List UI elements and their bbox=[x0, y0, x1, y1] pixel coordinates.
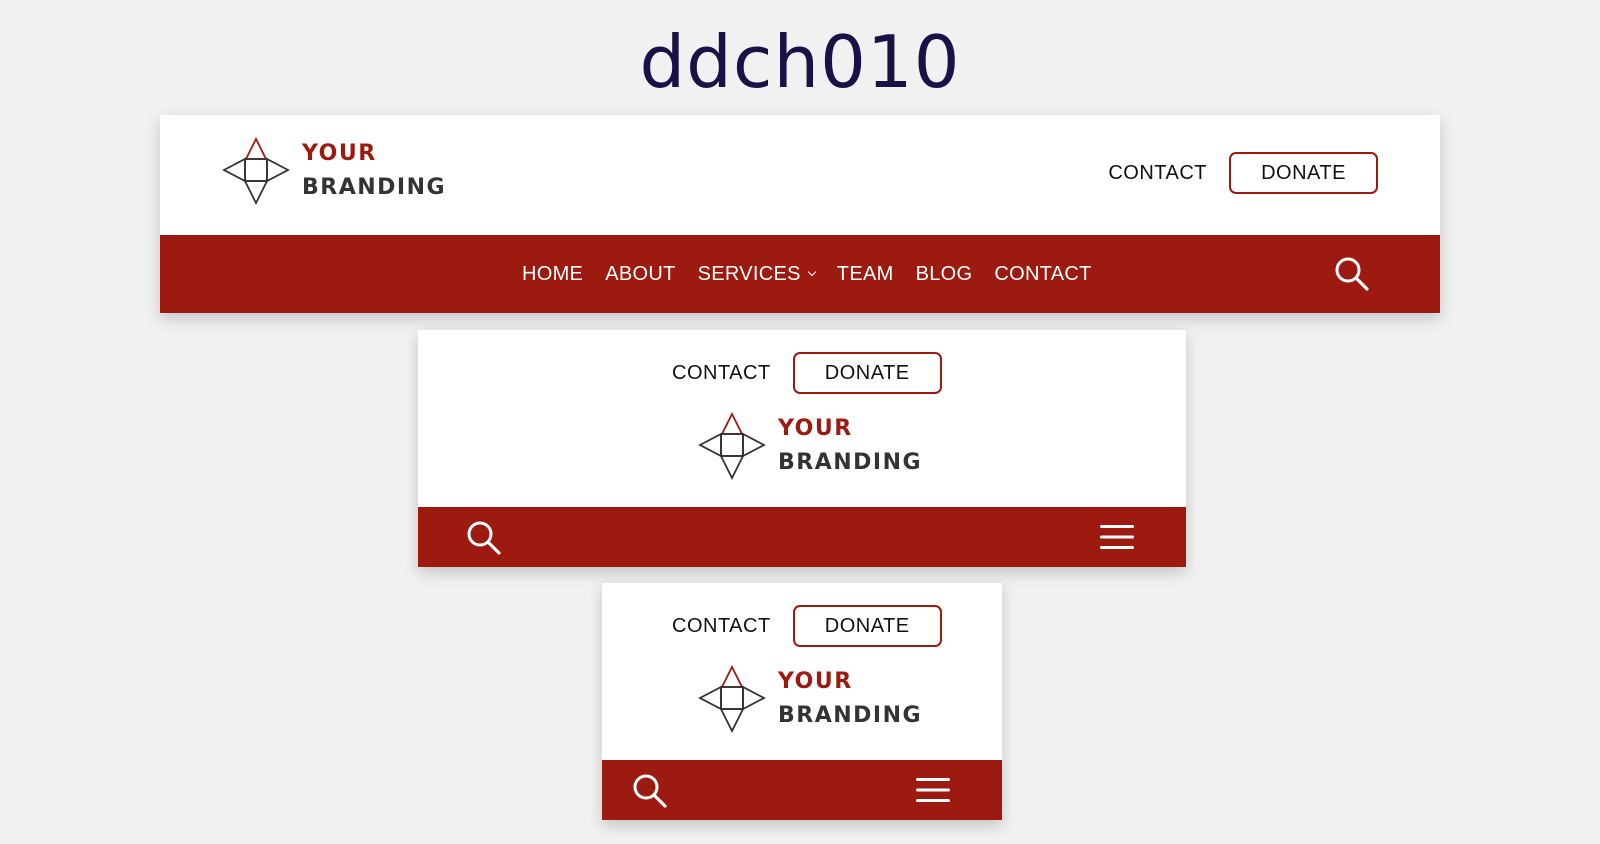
nav-item-label: BLOG bbox=[915, 262, 973, 285]
diamond-triangles-logo-icon bbox=[698, 412, 766, 480]
brand-logo[interactable]: YOUR BRANDING bbox=[222, 137, 446, 205]
nav-item-team[interactable]: TEAM bbox=[837, 263, 894, 286]
brand-line-2: BRANDING bbox=[778, 450, 923, 475]
search-icon bbox=[633, 774, 667, 808]
search-icon bbox=[1335, 257, 1369, 291]
search-icon bbox=[467, 521, 501, 555]
contact-link[interactable]: CONTACT bbox=[672, 615, 771, 638]
main-menu: HOME ABOUT SERVICES TEAM BLOG CONTACT bbox=[522, 235, 1114, 313]
contact-link[interactable]: CONTACT bbox=[1108, 162, 1207, 185]
donate-button[interactable]: DONATE bbox=[792, 605, 942, 647]
search-button[interactable] bbox=[1334, 256, 1370, 292]
top-actions: CONTACT DONATE bbox=[672, 605, 942, 647]
diamond-triangles-logo-icon bbox=[698, 665, 766, 733]
donate-button[interactable]: DONATE bbox=[1229, 152, 1378, 194]
desktop-header: YOUR BRANDING CONTACT DONATE HOME ABOUT … bbox=[160, 115, 1440, 313]
nav-item-services[interactable]: SERVICES bbox=[697, 262, 817, 286]
nav-item-label: HOME bbox=[522, 262, 584, 285]
top-actions: CONTACT DONATE bbox=[1108, 152, 1378, 194]
menu-toggle-button[interactable] bbox=[916, 777, 950, 803]
brand-logo[interactable]: YOUR BRANDING bbox=[698, 412, 922, 480]
mobile-nav-bar bbox=[418, 507, 1186, 567]
nav-item-label: SERVICES bbox=[697, 262, 801, 285]
main-nav-bar: HOME ABOUT SERVICES TEAM BLOG CONTACT bbox=[160, 235, 1440, 313]
tablet-header: CONTACT DONATE YOUR BRANDING bbox=[418, 330, 1186, 567]
mobile-nav-bar bbox=[602, 760, 1002, 820]
nav-item-label: CONTACT bbox=[994, 262, 1092, 285]
hamburger-icon bbox=[1100, 525, 1134, 549]
search-button[interactable] bbox=[632, 773, 668, 809]
brand-line-2: BRANDING bbox=[302, 175, 447, 200]
nav-item-about[interactable]: ABOUT bbox=[605, 263, 675, 286]
brand-line-1: YOUR bbox=[778, 416, 853, 441]
brand-line-1: YOUR bbox=[302, 141, 377, 166]
nav-item-blog[interactable]: BLOG bbox=[916, 263, 973, 286]
brand-line-1: YOUR bbox=[778, 669, 853, 694]
page-title: ddch010 bbox=[639, 20, 961, 104]
chevron-down-icon bbox=[807, 267, 817, 277]
diamond-triangles-logo-icon bbox=[222, 137, 290, 205]
top-actions: CONTACT DONATE bbox=[672, 352, 942, 394]
donate-button[interactable]: DONATE bbox=[792, 352, 942, 394]
menu-toggle-button[interactable] bbox=[1100, 524, 1134, 550]
brand-logo[interactable]: YOUR BRANDING bbox=[698, 665, 922, 733]
hamburger-icon bbox=[916, 778, 950, 802]
nav-item-label: ABOUT bbox=[605, 262, 676, 285]
contact-link[interactable]: CONTACT bbox=[672, 362, 771, 385]
nav-item-label: TEAM bbox=[836, 262, 894, 285]
brand-line-2: BRANDING bbox=[778, 703, 923, 728]
search-button[interactable] bbox=[466, 520, 502, 556]
nav-item-contact[interactable]: CONTACT bbox=[994, 263, 1091, 286]
nav-item-home[interactable]: HOME bbox=[522, 263, 583, 286]
mobile-header: CONTACT DONATE YOUR BRANDING bbox=[602, 583, 1002, 820]
